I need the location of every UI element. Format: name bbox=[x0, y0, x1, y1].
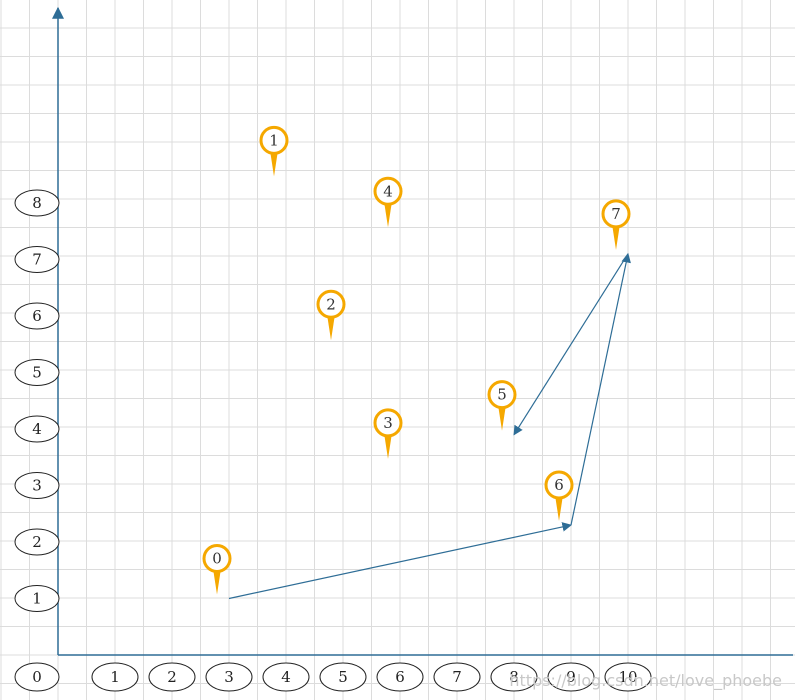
grid bbox=[0, 0, 795, 700]
y-tick-label: 6 bbox=[32, 307, 42, 325]
y-axis-labels: 1 2 3 4 5 6 7 8 bbox=[14, 189, 60, 612]
y-tick-label: 5 bbox=[32, 364, 42, 382]
origin-label: 0 bbox=[32, 668, 42, 686]
x-tick-label: 4 bbox=[281, 668, 291, 686]
map-pin-icon: 6 bbox=[544, 470, 574, 522]
pin-label: 0 bbox=[212, 550, 222, 568]
y-tick-label: 2 bbox=[32, 533, 42, 551]
map-pin-icon: 4 bbox=[373, 176, 403, 228]
map-pin-icon: 7 bbox=[601, 199, 631, 250]
y-tick-label: 4 bbox=[32, 420, 42, 438]
location-pins: 0 1 2 3 4 5 6 7 bbox=[202, 125, 631, 595]
pin-label: 2 bbox=[326, 295, 336, 313]
map-pin-icon: 1 bbox=[259, 125, 289, 177]
x-tick-label: 6 bbox=[395, 668, 405, 686]
y-tick-label: 7 bbox=[32, 251, 42, 269]
y-tick-label: 8 bbox=[32, 194, 42, 212]
pin-label: 7 bbox=[611, 205, 621, 223]
map-pin-icon: 3 bbox=[373, 408, 403, 459]
y-tick-label: 1 bbox=[32, 590, 42, 608]
x-tick-label: 7 bbox=[452, 668, 462, 686]
watermark-text: https://blog.csdn.net/love_phoebe bbox=[509, 671, 782, 691]
x-tick-label: 3 bbox=[224, 668, 234, 686]
map-pin-icon: 5 bbox=[487, 380, 517, 431]
y-tick-label: 3 bbox=[32, 477, 42, 495]
pin-label: 6 bbox=[554, 476, 564, 494]
axes bbox=[52, 6, 793, 656]
pin-label: 5 bbox=[497, 386, 507, 404]
x-tick-label: 1 bbox=[110, 668, 120, 686]
diagram-canvas: 0 1 2 3 4 5 6 7 8 9 10 12345678 01234567 https://b… bbox=[0, 0, 795, 700]
pin-label: 1 bbox=[269, 131, 279, 149]
x-tick-label: 2 bbox=[167, 668, 177, 686]
pin-label: 3 bbox=[383, 414, 393, 432]
x-tick-label: 5 bbox=[338, 668, 348, 686]
pin-label: 4 bbox=[383, 182, 393, 200]
coordinate-diagram: 0 1 2 3 4 5 6 7 8 9 10 12345678 01234567 https://b… bbox=[0, 0, 795, 700]
map-pin-icon: 2 bbox=[316, 289, 346, 341]
